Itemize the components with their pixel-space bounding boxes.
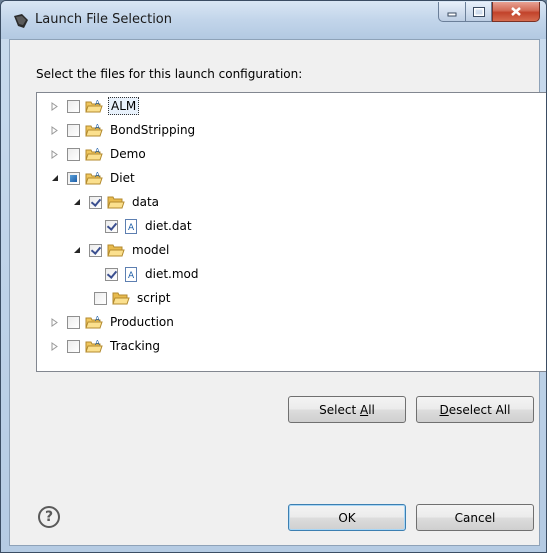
tree-checkbox[interactable] [67, 339, 80, 353]
tree-item-production[interactable]: A Production [49, 311, 176, 333]
tree-item-diet-mod[interactable]: A diet.mod [105, 263, 201, 285]
tree-item-model[interactable]: model [71, 239, 171, 261]
expand-arrow-icon[interactable] [49, 340, 61, 352]
help-icon[interactable]: ? [38, 506, 60, 528]
tree-checkbox[interactable] [89, 195, 102, 209]
tree-item-label: diet.mod [145, 267, 199, 281]
tree-item-label: ALM [108, 97, 140, 115]
tree-checkbox[interactable] [89, 243, 102, 257]
tree-checkbox[interactable] [67, 171, 80, 185]
folder-open-icon [107, 244, 125, 257]
tree-item-label: Demo [110, 147, 146, 161]
file-tree[interactable]: A ALM A BondStripping A Demo A Diet data… [36, 92, 546, 372]
tree-item-alm[interactable]: A ALM [49, 95, 140, 117]
tree-checkbox[interactable] [67, 315, 80, 329]
tree-item-label: script [137, 291, 171, 305]
deselect-all-button[interactable]: Deselect All [416, 396, 534, 423]
collapse-arrow-icon[interactable] [71, 196, 83, 208]
tree-item-bondstripping[interactable]: A BondStripping [49, 119, 197, 141]
button-label: Select All [319, 402, 375, 417]
svg-text:A: A [128, 271, 135, 281]
app-icon [14, 14, 28, 28]
tree-item-label: Production [110, 315, 174, 329]
maximize-icon [472, 6, 485, 17]
expand-arrow-icon[interactable] [49, 100, 61, 112]
project-folder-icon: A [85, 147, 103, 161]
svg-text:A: A [128, 223, 135, 233]
svg-text:A: A [95, 147, 100, 155]
svg-text:A: A [95, 339, 100, 347]
folder-open-icon [107, 196, 125, 209]
svg-text:A: A [95, 171, 100, 179]
tree-item-tracking[interactable]: A Tracking [49, 335, 162, 357]
tree-item-label: data [132, 195, 160, 209]
window-title: Launch File Selection [35, 12, 173, 27]
folder-open-icon [112, 292, 130, 305]
tree-checkbox[interactable] [67, 123, 80, 137]
expand-arrow-icon[interactable] [49, 316, 61, 328]
minimize-icon [447, 12, 457, 16]
title-bar[interactable]: Launch File Selection [1, 1, 546, 39]
svg-text:A: A [95, 123, 100, 131]
ok-button[interactable]: OK [288, 504, 406, 531]
expand-arrow-icon[interactable] [49, 148, 61, 160]
project-folder-icon: A [85, 315, 103, 329]
project-folder-icon: A [85, 339, 103, 353]
tree-checkbox[interactable] [105, 219, 118, 233]
project-folder-icon: A [85, 123, 103, 137]
expand-arrow-icon[interactable] [49, 124, 61, 136]
file-icon: A [125, 218, 137, 234]
caption-buttons [438, 2, 540, 24]
close-button[interactable] [492, 2, 540, 22]
tree-checkbox[interactable] [105, 267, 118, 281]
minimize-button[interactable] [438, 2, 465, 22]
project-folder-icon: A [85, 99, 103, 113]
tree-item-diet[interactable]: A Diet [49, 167, 137, 189]
maximize-button[interactable] [465, 2, 492, 22]
tree-checkbox[interactable] [94, 291, 107, 305]
collapse-arrow-icon[interactable] [49, 172, 61, 184]
close-icon [511, 7, 521, 16]
tree-item-label: model [132, 243, 170, 257]
tree-item-demo[interactable]: A Demo [49, 143, 148, 165]
tree-checkbox[interactable] [67, 147, 80, 161]
file-icon: A [125, 266, 137, 282]
cancel-button[interactable]: Cancel [416, 504, 534, 531]
select-all-button[interactable]: Select All [288, 396, 406, 423]
tree-item-diet-dat[interactable]: A diet.dat [105, 215, 194, 237]
tree-item-script[interactable]: script [83, 287, 172, 309]
tree-item-label: Tracking [110, 339, 160, 353]
svg-text:A: A [95, 315, 100, 323]
tree-item-data[interactable]: data [71, 191, 161, 213]
tree-item-label: Diet [110, 171, 135, 185]
dialog-window: Launch File Selection Select the files f… [0, 0, 547, 553]
button-label: Deselect All [439, 402, 511, 417]
tree-item-label: diet.dat [145, 219, 192, 233]
tree-checkbox[interactable] [67, 99, 80, 113]
svg-text:A: A [95, 99, 100, 107]
tree-item-label: BondStripping [110, 123, 196, 137]
prompt-label: Select the files for this launch configu… [36, 67, 303, 81]
collapse-arrow-icon[interactable] [71, 244, 83, 256]
dialog-content: Select the files for this launch configu… [9, 39, 546, 546]
project-folder-icon: A [85, 171, 103, 185]
